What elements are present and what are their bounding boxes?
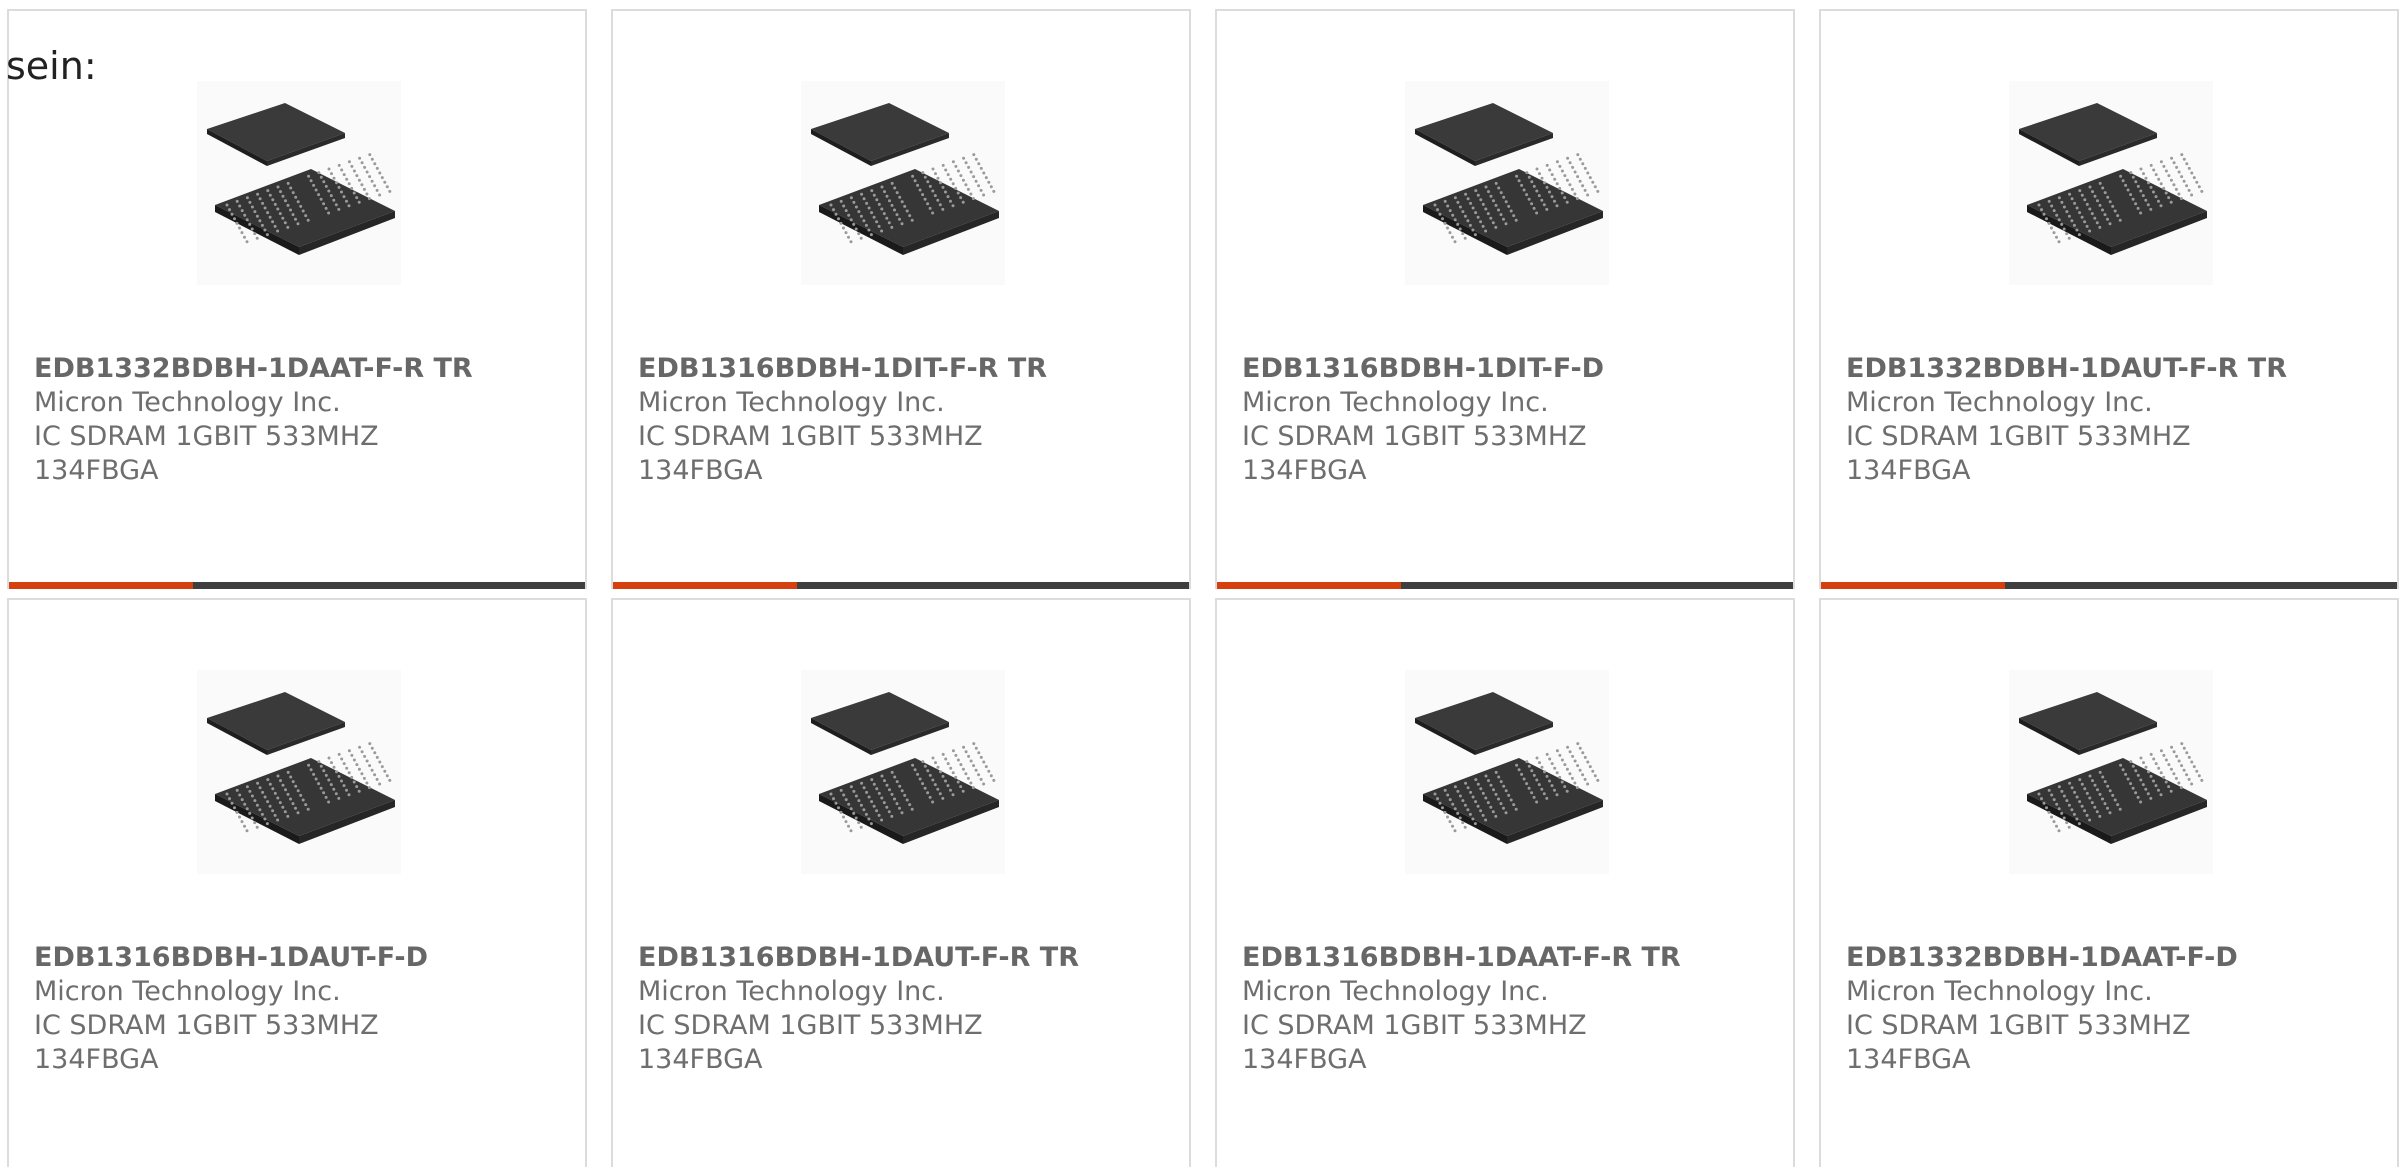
card-accent-fill — [1217, 582, 1402, 589]
manufacturer-name: Micron Technology Inc. — [34, 976, 341, 1007]
description-line-2: 134FBGA — [34, 455, 159, 486]
description-line-1: IC SDRAM 1GBIT 533MHZ — [638, 421, 983, 452]
description-line-2: 134FBGA — [1242, 1044, 1367, 1075]
description-line-2: 134FBGA — [1846, 1044, 1971, 1075]
product-card[interactable]: EDB1316BDBH-1DIT-F-R TR Micron Technolog… — [611, 9, 1191, 589]
part-number-link[interactable]: EDB1332BDBH-1DAAT-F-D — [1846, 941, 2387, 975]
card-accent-bar — [1821, 582, 2397, 589]
description-line-1: IC SDRAM 1GBIT 533MHZ — [1242, 1010, 1587, 1041]
product-card[interactable]: EDB1316BDBH-1DAUT-F-R TR Micron Technolo… — [611, 598, 1191, 1167]
description-line-2: 134FBGA — [34, 1044, 159, 1075]
product-card[interactable]: EDB1332BDBH-1DAUT-F-R TR Micron Technolo… — [1819, 9, 2399, 589]
description-line-2: 134FBGA — [638, 455, 763, 486]
bga-chip-icon — [801, 670, 1005, 874]
description-line-2: 134FBGA — [1846, 455, 1971, 486]
bga-chip-icon — [1405, 670, 1609, 874]
product-image[interactable] — [1405, 670, 1609, 874]
manufacturer-name: Micron Technology Inc. — [1242, 387, 1549, 418]
product-grid: EDB1332BDBH-1DAAT-F-R TR Micron Technolo… — [7, 9, 2399, 1167]
product-card[interactable]: EDB1316BDBH-1DIT-F-D Micron Technology I… — [1215, 9, 1795, 589]
card-accent-fill — [9, 582, 194, 589]
product-image[interactable] — [2009, 670, 2213, 874]
bga-chip-icon — [1405, 81, 1609, 285]
description-line-2: 134FBGA — [638, 1044, 763, 1075]
bga-chip-icon — [801, 81, 1005, 285]
part-number-link[interactable]: EDB1316BDBH-1DIT-F-D — [1242, 352, 1783, 386]
card-accent-bar — [1217, 582, 1793, 589]
part-number-link[interactable]: EDB1332BDBH-1DAAT-F-R TR — [34, 352, 575, 386]
product-card[interactable]: EDB1332BDBH-1DAAT-F-D Micron Technology … — [1819, 598, 2399, 1167]
part-number-link[interactable]: EDB1316BDBH-1DAUT-F-D — [34, 941, 575, 975]
product-image[interactable] — [197, 81, 401, 285]
card-accent-fill — [1821, 582, 2006, 589]
description-line-1: IC SDRAM 1GBIT 533MHZ — [1846, 1010, 2191, 1041]
manufacturer-name: Micron Technology Inc. — [1846, 387, 2153, 418]
product-image[interactable] — [1405, 81, 1609, 285]
manufacturer-name: Micron Technology Inc. — [1846, 976, 2153, 1007]
card-accent-bar — [9, 582, 585, 589]
manufacturer-name: Micron Technology Inc. — [638, 387, 945, 418]
part-number-link[interactable]: EDB1332BDBH-1DAUT-F-R TR — [1846, 352, 2387, 386]
manufacturer-name: Micron Technology Inc. — [34, 387, 341, 418]
product-image[interactable] — [801, 81, 1005, 285]
description-line-2: 134FBGA — [1242, 455, 1367, 486]
product-image[interactable] — [2009, 81, 2213, 285]
part-number-link[interactable]: EDB1316BDBH-1DIT-F-R TR — [638, 352, 1179, 386]
product-card[interactable]: EDB1316BDBH-1DAAT-F-R TR Micron Technolo… — [1215, 598, 1795, 1167]
description-line-1: IC SDRAM 1GBIT 533MHZ — [1242, 421, 1587, 452]
manufacturer-name: Micron Technology Inc. — [1242, 976, 1549, 1007]
intro-text: sein: — [6, 44, 97, 88]
part-number-link[interactable]: EDB1316BDBH-1DAAT-F-R TR — [1242, 941, 1783, 975]
card-accent-bar — [613, 582, 1189, 589]
product-image[interactable] — [801, 670, 1005, 874]
product-card[interactable]: EDB1332BDBH-1DAAT-F-R TR Micron Technolo… — [7, 9, 587, 589]
bga-chip-icon — [197, 670, 401, 874]
description-line-1: IC SDRAM 1GBIT 533MHZ — [1846, 421, 2191, 452]
product-image[interactable] — [197, 670, 401, 874]
product-card[interactable]: EDB1316BDBH-1DAUT-F-D Micron Technology … — [7, 598, 587, 1167]
description-line-1: IC SDRAM 1GBIT 533MHZ — [34, 1010, 379, 1041]
bga-chip-icon — [197, 81, 401, 285]
description-line-1: IC SDRAM 1GBIT 533MHZ — [34, 421, 379, 452]
description-line-1: IC SDRAM 1GBIT 533MHZ — [638, 1010, 983, 1041]
product-listing: EDB1332BDBH-1DAAT-F-R TR Micron Technolo… — [0, 0, 2400, 1167]
card-accent-fill — [613, 582, 798, 589]
part-number-link[interactable]: EDB1316BDBH-1DAUT-F-R TR — [638, 941, 1179, 975]
bga-chip-icon — [2009, 670, 2213, 874]
bga-chip-icon — [2009, 81, 2213, 285]
manufacturer-name: Micron Technology Inc. — [638, 976, 945, 1007]
